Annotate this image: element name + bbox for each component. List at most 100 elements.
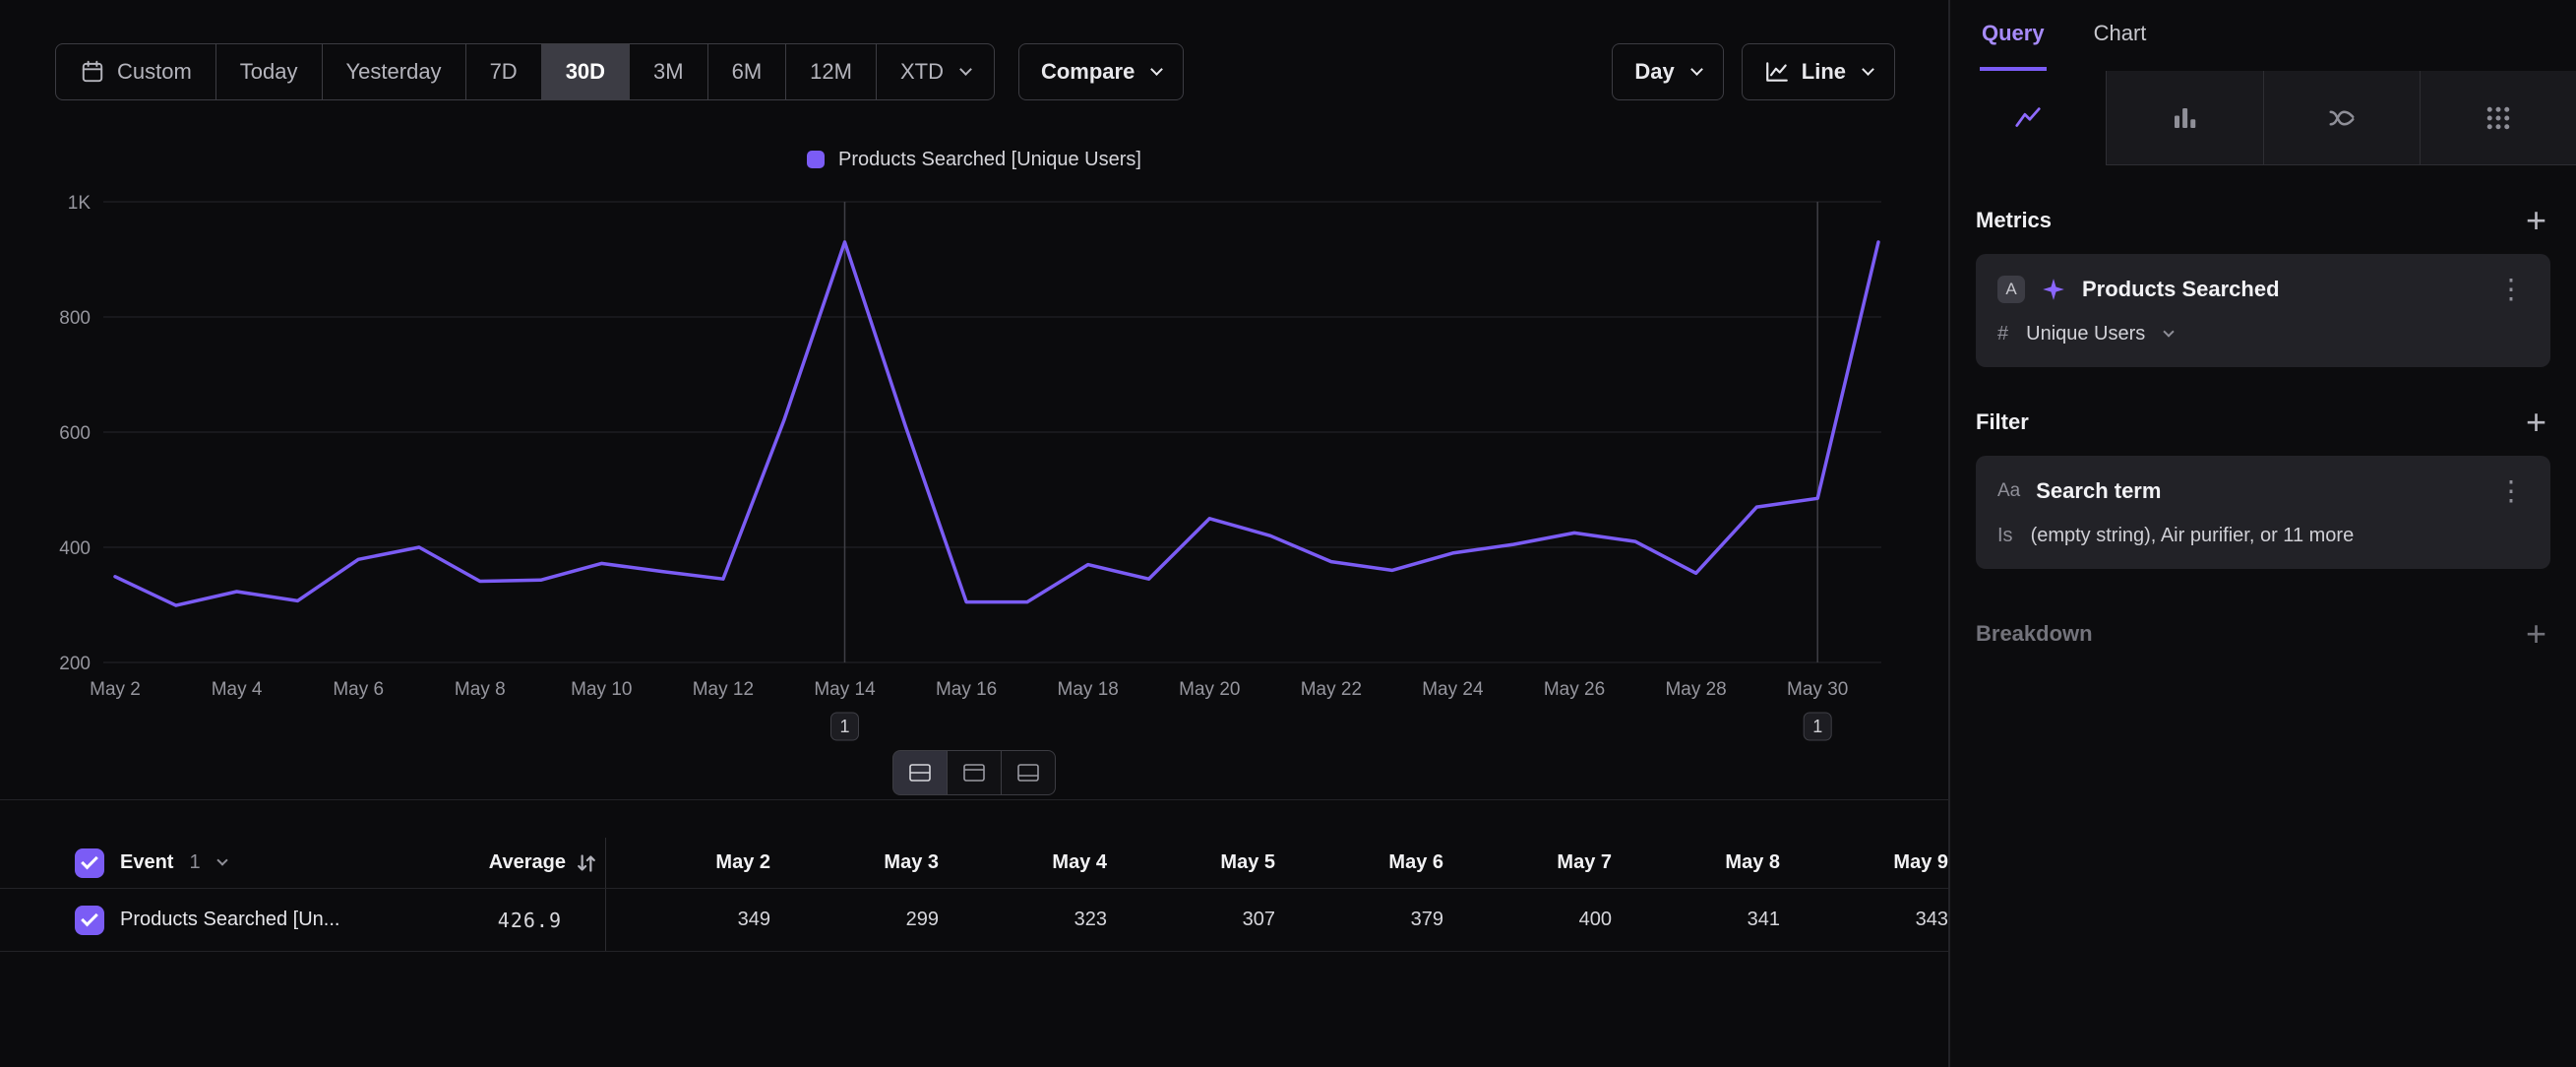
tab-query[interactable]: Query: [1980, 0, 2047, 71]
metric-card[interactable]: A Products Searched ⋮ # Unique Users: [1976, 254, 2550, 367]
chevron-down-icon: [1150, 63, 1163, 76]
range-30d[interactable]: 30D: [542, 44, 630, 99]
metric-name: Products Searched: [2082, 277, 2280, 302]
series-badge: A: [1997, 276, 2025, 303]
chart-type-label: Line: [1802, 59, 1846, 85]
date-column-header[interactable]: May 9: [1784, 838, 1952, 888]
range-label: 7D: [490, 59, 518, 85]
row-checkbox[interactable]: [75, 906, 104, 935]
chevron-down-icon: [1690, 63, 1703, 76]
toolbar: Custom TodayYesterday 7D 30D3M 6M 12M XTD Comp…: [55, 43, 1895, 100]
add-filter-button[interactable]: +: [2522, 408, 2550, 436]
range-custom[interactable]: Custom: [56, 44, 216, 99]
range-yesterday[interactable]: Yesterday: [323, 44, 466, 99]
average-header[interactable]: Average: [370, 838, 606, 888]
date-column-header[interactable]: May 3: [774, 838, 943, 888]
viz-tab-flows[interactable]: [2263, 71, 2420, 165]
cell-value: 349: [606, 889, 774, 951]
date-column-headers: May 2May 3May 4May 5May 6May 7May 8May 9: [606, 838, 1952, 888]
event-header-cell: Event 1: [75, 838, 370, 888]
svg-text:May 18: May 18: [1058, 679, 1119, 700]
event-count: 1: [189, 851, 200, 874]
range-label: 6M: [732, 59, 763, 85]
filter-value[interactable]: (empty string), Air purifier, or 11 more: [2031, 525, 2355, 547]
tab-chart[interactable]: Chart: [2092, 0, 2149, 71]
app: Custom TodayYesterday 7D 30D3M 6M 12M XTD Comp…: [0, 0, 2576, 1067]
layout-chart-and-table-button[interactable]: [892, 750, 948, 795]
svg-text:May 28: May 28: [1665, 679, 1726, 700]
row-series-label: Products Searched [Un...: [120, 909, 339, 931]
date-column-header[interactable]: May 8: [1616, 838, 1784, 888]
viz-tab-insights[interactable]: [1950, 71, 2106, 165]
layout-chart-only-button[interactable]: [947, 750, 1002, 795]
range-7d[interactable]: 7D: [466, 44, 542, 99]
add-metric-button[interactable]: +: [2522, 207, 2550, 234]
sidebar-content: Metrics + A Products Searched ⋮ # Unique…: [1950, 165, 2576, 648]
cell-value: 379: [1279, 889, 1447, 951]
filter-card[interactable]: Aa Search term ⋮ Is (empty string), Air …: [1976, 456, 2550, 569]
legend-swatch: [807, 151, 825, 168]
granularity-label: Day: [1634, 59, 1674, 85]
compare-label: Compare: [1041, 59, 1135, 85]
svg-text:400: 400: [59, 538, 91, 559]
filter-menu-button[interactable]: ⋮: [2493, 477, 2529, 505]
average-value: 426.9: [498, 909, 562, 932]
dots-grid-icon: [2484, 103, 2513, 133]
chevron-down-icon: [1862, 63, 1874, 76]
bar-chart-icon: [2170, 103, 2199, 133]
line-chart[interactable]: 1K80060040020011May 2May 4May 6May 8May …: [39, 173, 1909, 764]
average-value-cell: 426.9: [370, 889, 606, 951]
range-3m[interactable]: 3M: [630, 44, 708, 99]
cell-value: 341: [1616, 889, 1784, 951]
range-6m[interactable]: 6M: [708, 44, 787, 99]
date-column-header[interactable]: May 5: [1111, 838, 1279, 888]
svg-text:May 16: May 16: [936, 679, 997, 700]
main-panel: Custom TodayYesterday 7D 30D3M 6M 12M XTD Comp…: [0, 0, 1948, 1067]
top-pane-icon: [962, 763, 986, 783]
metric-aggregation-row: # Unique Users: [1997, 323, 2529, 345]
range-label: Custom: [117, 59, 192, 85]
chart-type-button[interactable]: Line: [1742, 43, 1895, 100]
granularity-button[interactable]: Day: [1612, 43, 1723, 100]
svg-text:May 30: May 30: [1787, 679, 1848, 700]
visualization-tabs: [1950, 71, 2576, 165]
add-breakdown-button[interactable]: +: [2522, 620, 2550, 648]
svg-text:600: 600: [59, 423, 91, 444]
event-row-cell: Products Searched [Un...: [75, 889, 370, 951]
compare-button[interactable]: Compare: [1018, 43, 1184, 100]
layout-table-only-button[interactable]: [1001, 750, 1056, 795]
cell-value: 400: [1447, 889, 1616, 951]
event-header-label: Event: [120, 851, 173, 874]
average-header-label: Average: [489, 851, 566, 874]
svg-text:May 6: May 6: [333, 679, 384, 700]
viz-tab-retention[interactable]: [2420, 71, 2576, 165]
range-12m[interactable]: 12M: [786, 44, 877, 99]
cell-value: 323: [943, 889, 1111, 951]
date-column-header[interactable]: May 4: [943, 838, 1111, 888]
svg-text:May 10: May 10: [571, 679, 632, 700]
date-column-header[interactable]: May 6: [1279, 838, 1447, 888]
event-dropdown[interactable]: [216, 862, 226, 864]
sort-icon[interactable]: [574, 850, 599, 876]
aggregation-select[interactable]: Unique Users: [2026, 323, 2145, 345]
metrics-section-header: Metrics +: [1976, 207, 2550, 234]
flows-icon: [2327, 103, 2357, 133]
svg-text:1K: 1K: [68, 193, 92, 214]
svg-text:May 4: May 4: [212, 679, 263, 700]
metric-menu-button[interactable]: ⋮: [2493, 276, 2529, 303]
viz-tab-bar[interactable]: [2106, 71, 2262, 165]
line-chart-icon: [1764, 59, 1790, 85]
svg-text:May 12: May 12: [693, 679, 754, 700]
range-label: 12M: [810, 59, 852, 85]
svg-text:1: 1: [1812, 717, 1822, 736]
svg-text:May 8: May 8: [455, 679, 506, 700]
date-column-header[interactable]: May 2: [606, 838, 774, 888]
select-all-checkbox[interactable]: [75, 848, 104, 878]
svg-text:200: 200: [59, 654, 91, 674]
svg-text:May 24: May 24: [1422, 679, 1484, 700]
range-xtd[interactable]: XTD: [877, 44, 994, 99]
chart-legend[interactable]: Products Searched [Unique Users]: [0, 146, 1948, 173]
date-column-header[interactable]: May 7: [1447, 838, 1616, 888]
range-today[interactable]: Today: [216, 44, 323, 99]
filter-operator[interactable]: Is: [1997, 525, 2013, 547]
